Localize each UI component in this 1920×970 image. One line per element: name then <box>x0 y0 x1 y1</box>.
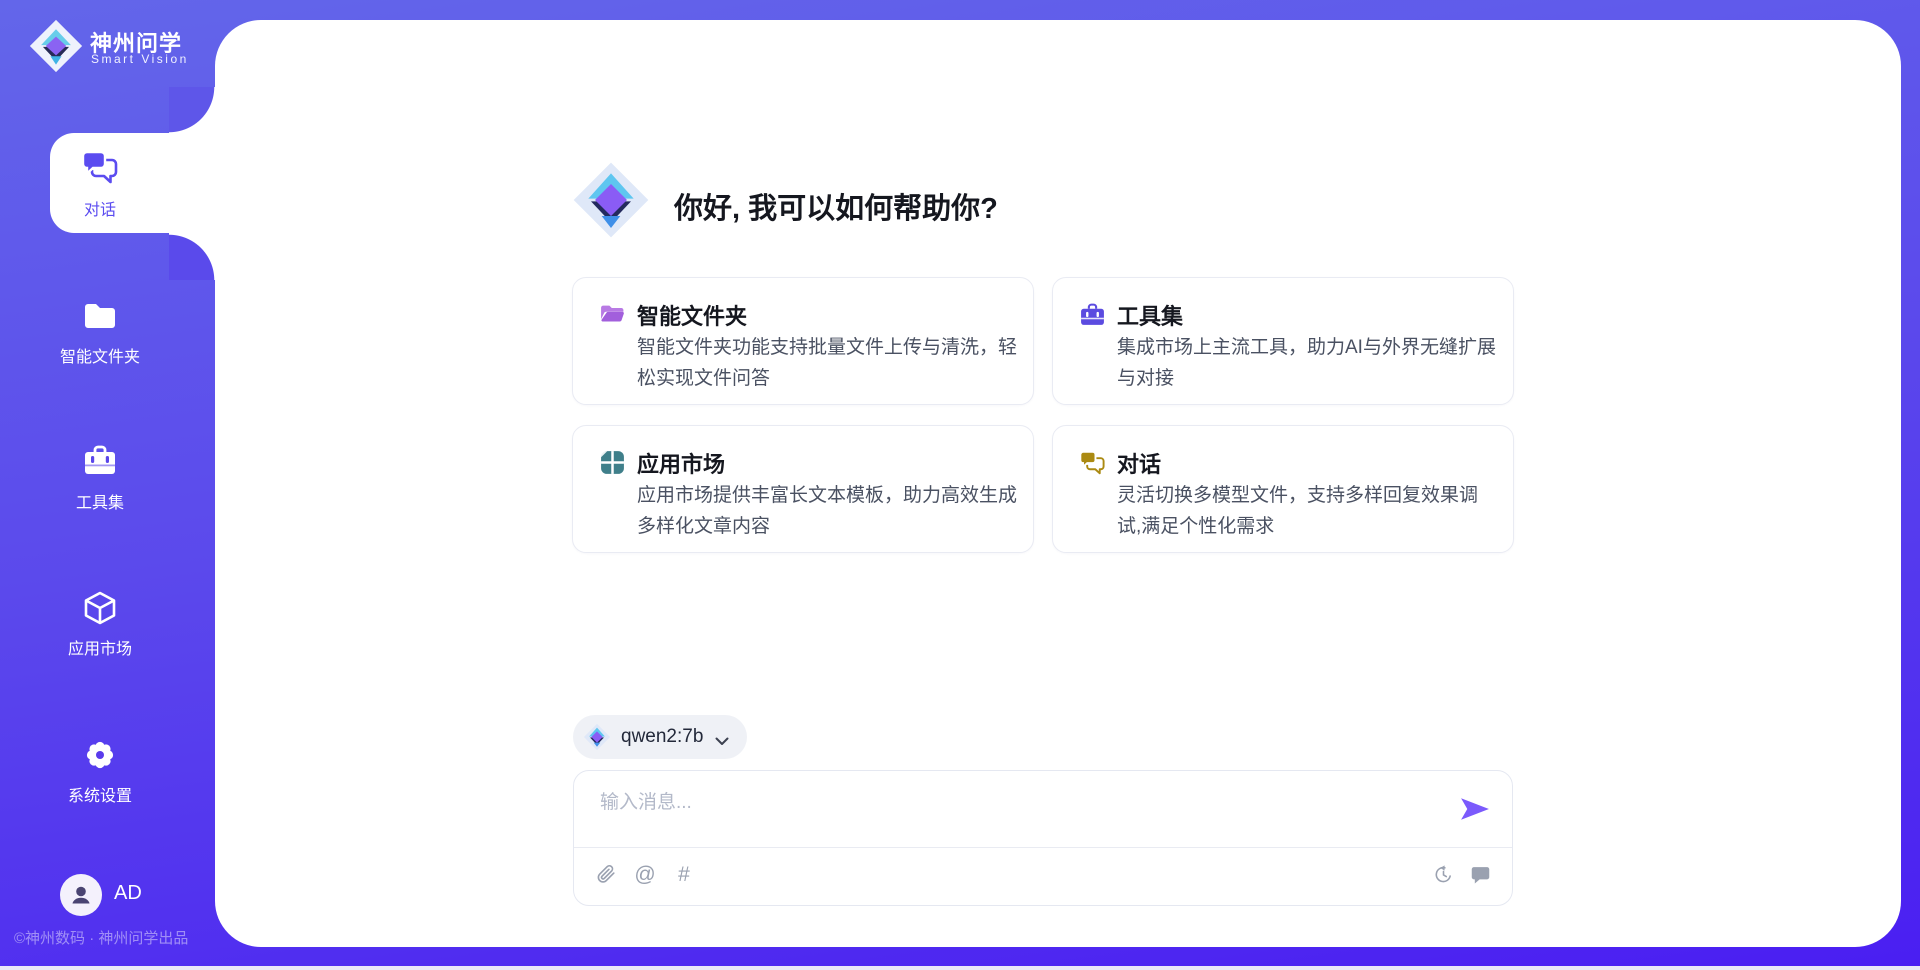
briefcase-icon <box>1079 301 1106 328</box>
diamond-logo-icon <box>28 18 84 74</box>
folder-open-icon <box>599 301 626 328</box>
attachment-icon[interactable] <box>594 862 618 886</box>
sidebar-item-label: 对话 <box>50 196 150 220</box>
app-window: 神州问学 Smart Vision 对话 智能文件夹 <box>0 0 1920 970</box>
composer-toolbar-left: @ # <box>594 862 696 886</box>
send-icon[interactable] <box>1460 797 1490 823</box>
composer-divider <box>574 847 1512 848</box>
message-composer: @ # <box>573 770 1513 906</box>
bottom-edge-strip <box>0 966 1920 970</box>
card-chat[interactable]: 对话 灵活切换多模型文件，支持多样回复效果调试,满足个性化需求 <box>1052 425 1514 553</box>
card-description: 集成市场上主流工具，助力AI与外界无缝扩展与对接 <box>1117 332 1501 394</box>
tab-fillet-bottom <box>169 233 216 280</box>
user-row: AD <box>0 872 215 918</box>
chat-bubbles-icon <box>80 147 120 187</box>
sidebar-footer: ©神州数码 · 神州问学出品 <box>14 927 188 948</box>
sidebar-item-settings[interactable]: 系统设置 <box>0 735 200 806</box>
sidebar-item-label: 智能文件夹 <box>0 343 200 367</box>
user-avatar[interactable] <box>60 874 102 916</box>
chat-bubbles-icon <box>1079 449 1106 476</box>
card-description: 智能文件夹功能支持批量文件上传与清洗，轻松实现文件问答 <box>637 332 1021 394</box>
grid-icon <box>599 449 626 476</box>
cube-icon <box>80 588 120 628</box>
folder-icon <box>80 296 120 336</box>
sidebar-item-label: 工具集 <box>0 489 200 513</box>
person-icon <box>68 882 94 908</box>
card-description: 应用市场提供丰富长文本模板，助力高效生成多样化文章内容 <box>637 480 1021 542</box>
gear-icon <box>80 735 120 775</box>
model-selector[interactable]: qwen2:7b <box>573 715 747 759</box>
card-title: 工具集 <box>1117 299 1183 331</box>
sidebar-item-label: 应用市场 <box>0 635 200 659</box>
message-input[interactable] <box>598 787 1418 819</box>
greeting-diamond-logo-icon <box>571 160 651 240</box>
user-initials: AD <box>114 882 142 905</box>
comment-icon[interactable] <box>1468 862 1492 886</box>
card-smart-folder[interactable]: 智能文件夹 智能文件夹功能支持批量文件上传与清洗，轻松实现文件问答 <box>572 277 1034 405</box>
card-title: 应用市场 <box>637 447 725 479</box>
card-description: 灵活切换多模型文件，支持多样回复效果调试,满足个性化需求 <box>1117 480 1501 542</box>
sidebar-item-label: 系统设置 <box>0 782 200 806</box>
sidebar-item-toolset[interactable]: 工具集 <box>0 442 200 513</box>
chevron-down-icon <box>715 733 729 742</box>
app-subtitle: Smart Vision <box>91 52 189 66</box>
mention-icon[interactable]: @ <box>633 862 657 886</box>
card-app-market[interactable]: 应用市场 应用市场提供丰富长文本模板，助力高效生成多样化文章内容 <box>572 425 1034 553</box>
diamond-logo-icon <box>583 723 611 751</box>
briefcase-icon <box>80 442 120 482</box>
greeting-title: 你好, 我可以如何帮助你? <box>674 185 998 227</box>
card-toolset[interactable]: 工具集 集成市场上主流工具，助力AI与外界无缝扩展与对接 <box>1052 277 1514 405</box>
sidebar-item-app-market[interactable]: 应用市场 <box>0 588 200 659</box>
sidebar-item-chat[interactable]: 对话 <box>50 133 216 233</box>
composer-toolbar-right <box>1431 862 1492 886</box>
sidebar-item-smart-folder[interactable]: 智能文件夹 <box>0 296 200 367</box>
card-title: 智能文件夹 <box>637 299 747 331</box>
model-name: qwen2:7b <box>621 726 703 748</box>
card-title: 对话 <box>1117 447 1161 479</box>
tab-fillet-top <box>169 87 216 134</box>
hashtag-icon[interactable]: # <box>672 862 696 886</box>
history-icon[interactable] <box>1431 862 1455 886</box>
